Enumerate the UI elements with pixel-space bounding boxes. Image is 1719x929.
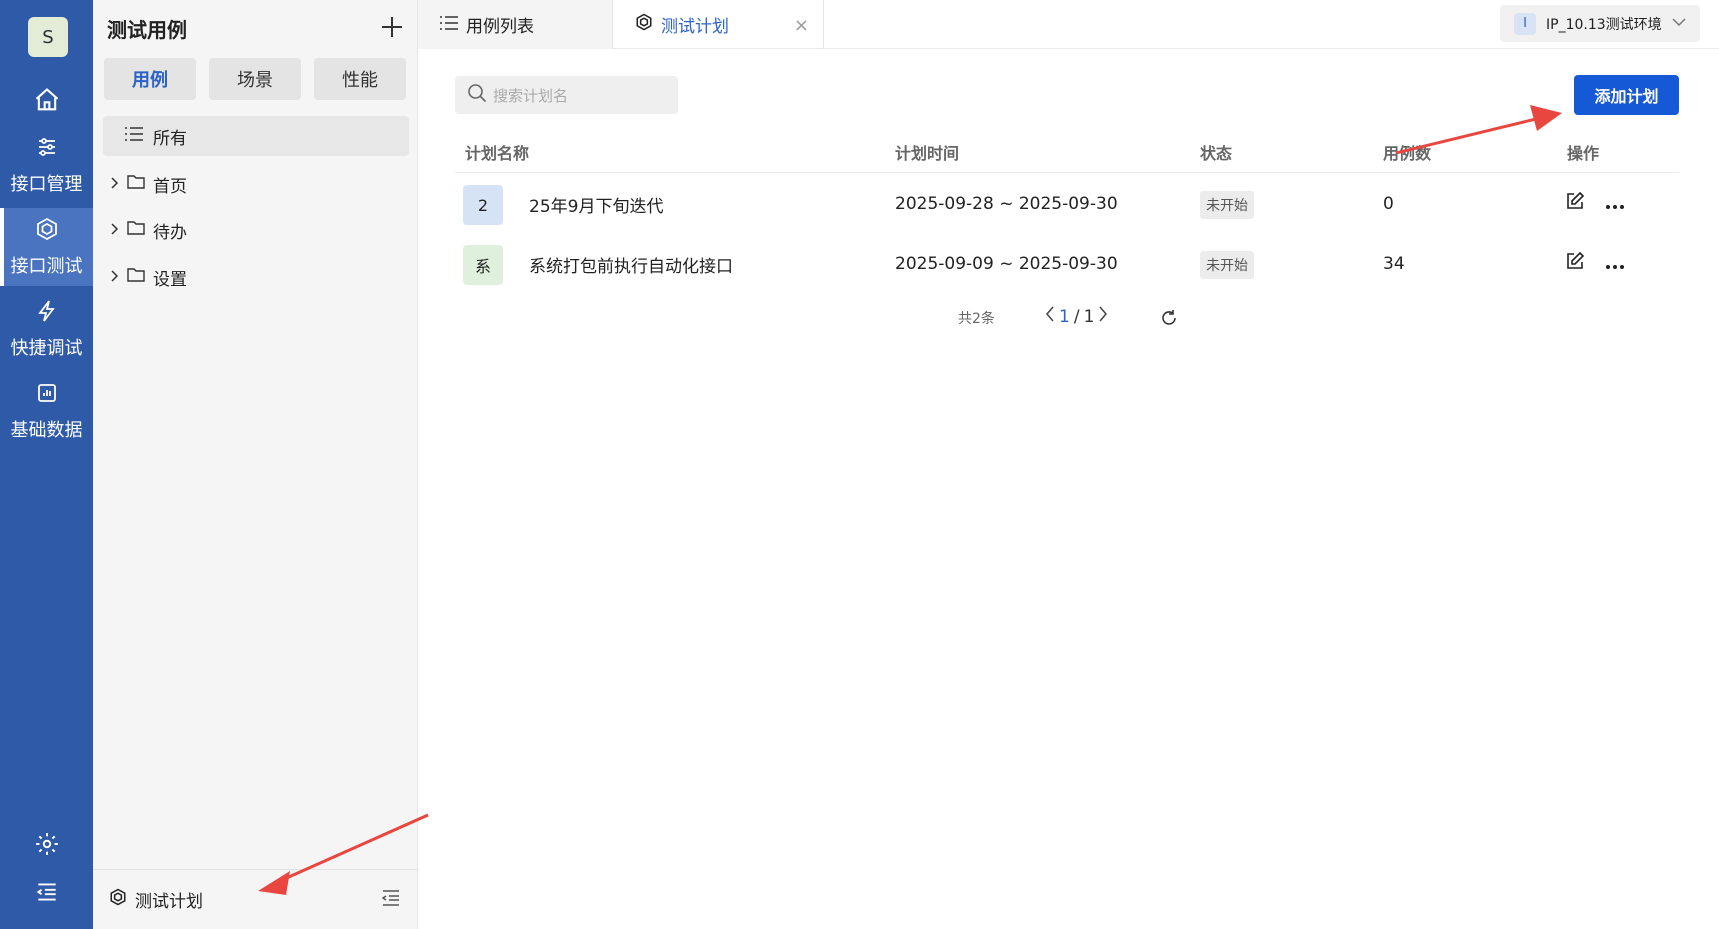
rail-item-label: 基础数据 xyxy=(10,419,83,441)
tree-folder-label: 待办 xyxy=(153,222,187,243)
case-count: 0 xyxy=(1383,194,1394,214)
environment-select[interactable]: I IP_10.13测试环境 xyxy=(1500,5,1700,42)
chevron-right-icon[interactable] xyxy=(1098,306,1108,327)
tab-case-list[interactable]: 用例列表 xyxy=(418,0,613,49)
search-placeholder: 搜索计划名 xyxy=(493,86,569,105)
refresh-icon[interactable] xyxy=(1160,309,1178,331)
folder-icon xyxy=(127,220,145,240)
edit-icon[interactable] xyxy=(1565,191,1585,215)
collapse-icon[interactable] xyxy=(381,890,400,911)
plus-icon[interactable] xyxy=(379,14,405,40)
column-header-name: 计划名称 xyxy=(465,144,530,163)
header-divider xyxy=(455,172,1679,173)
folder-icon xyxy=(127,267,145,287)
tab-test-plan[interactable]: 测试计划 × xyxy=(613,0,824,49)
rail-item-label: 快捷调试 xyxy=(10,337,83,359)
folder-icon xyxy=(127,174,145,194)
column-header-time: 计划时间 xyxy=(895,144,960,163)
tab-bar: 用例列表 测试计划 × I IP_10.13测试环境 xyxy=(418,0,1719,49)
edit-icon[interactable] xyxy=(1565,251,1585,275)
pager-separator: / xyxy=(1073,306,1080,327)
pager-current: 1 xyxy=(1059,306,1070,327)
env-label: IP_10.13测试环境 xyxy=(1546,16,1662,33)
cube-icon xyxy=(35,217,59,246)
column-header-status: 状态 xyxy=(1200,144,1233,163)
chart-icon xyxy=(35,381,59,410)
sidebar-footer[interactable]: 测试计划 xyxy=(93,869,418,929)
pager-pages: 1 xyxy=(1083,306,1095,327)
tab-label: 测试计划 xyxy=(661,17,729,37)
status-badge: 未开始 xyxy=(1200,191,1254,219)
cube-icon xyxy=(635,13,653,36)
sliders-icon xyxy=(35,135,59,164)
column-header-actions: 操作 xyxy=(1567,144,1600,163)
sidebar-title: 测试用例 xyxy=(107,18,187,42)
list-icon xyxy=(440,15,458,35)
column-header-count: 用例数 xyxy=(1383,144,1432,163)
env-badge: I xyxy=(1514,12,1536,35)
segment-cases[interactable]: 用例 xyxy=(104,58,196,100)
rail-item-interface-test[interactable]: 接口测试 xyxy=(0,208,93,286)
add-plan-button[interactable]: 添加计划 xyxy=(1574,75,1679,115)
arrow-head-add xyxy=(1530,105,1562,131)
plan-badge: 2 xyxy=(463,185,503,225)
plan-name[interactable]: 25年9月下旬迭代 xyxy=(529,174,663,234)
rail-item-quick-debug[interactable]: 快捷调试 xyxy=(0,290,93,368)
plan-badge: 系 xyxy=(463,245,503,285)
list-icon xyxy=(125,126,143,146)
lightning-icon xyxy=(35,299,59,328)
gear-icon[interactable] xyxy=(0,824,93,864)
plan-time: 2025-09-09 ~ 2025-09-30 xyxy=(895,254,1118,274)
rail-item-base-data[interactable]: 基础数据 xyxy=(0,372,93,450)
chevron-down-icon xyxy=(1672,15,1686,31)
table-row[interactable]: 系 系统打包前执行自动化接口 2025-09-09 ~ 2025-09-30 未… xyxy=(455,234,1679,294)
pager: 1 / 1 xyxy=(1045,306,1108,327)
segment-performance[interactable]: 性能 xyxy=(314,58,406,100)
plan-name[interactable]: 系统打包前执行自动化接口 xyxy=(529,234,733,294)
case-count: 34 xyxy=(1383,254,1405,274)
nav-rail: S 接口管理 接口测试 快捷调试 基础数据 xyxy=(0,0,93,929)
tree-item-all[interactable]: 所有 xyxy=(103,116,409,156)
status-badge: 未开始 xyxy=(1200,251,1254,279)
chevron-right-icon xyxy=(111,267,119,287)
plan-search-input[interactable]: 搜索计划名 xyxy=(455,76,678,114)
rail-item-interface-management[interactable]: 接口管理 xyxy=(0,126,93,204)
avatar[interactable]: S xyxy=(28,17,68,57)
case-sidebar: 测试用例 用例 场景 性能 所有 首页 待办 设置 测试计划 xyxy=(93,0,418,929)
footer-label: 测试计划 xyxy=(135,892,203,912)
home-icon[interactable] xyxy=(0,80,93,120)
search-icon xyxy=(467,83,487,107)
tree-item-label: 所有 xyxy=(153,128,187,149)
tree-folder-label: 设置 xyxy=(153,269,187,290)
tree-folder-home[interactable]: 首页 xyxy=(111,167,187,201)
chevron-right-icon xyxy=(111,174,119,194)
tab-label: 用例列表 xyxy=(466,17,534,37)
pager-total: 共2条 xyxy=(958,311,995,327)
segment-scenes[interactable]: 场景 xyxy=(209,58,301,100)
tree-folder-todo[interactable]: 待办 xyxy=(111,213,187,247)
cube-icon xyxy=(109,888,127,911)
close-icon[interactable]: × xyxy=(794,15,809,36)
menu-collapse-icon[interactable] xyxy=(0,872,93,912)
plan-time: 2025-09-28 ~ 2025-09-30 xyxy=(895,194,1118,214)
more-icon[interactable] xyxy=(1605,196,1625,215)
chevron-left-icon[interactable] xyxy=(1045,306,1055,327)
more-icon[interactable] xyxy=(1605,256,1625,275)
table-row[interactable]: 2 25年9月下旬迭代 2025-09-28 ~ 2025-09-30 未开始 … xyxy=(455,174,1679,234)
tree-folder-label: 首页 xyxy=(153,176,187,197)
tree-folder-settings[interactable]: 设置 xyxy=(111,260,187,294)
chevron-right-icon xyxy=(111,220,119,240)
rail-item-label: 接口管理 xyxy=(10,173,83,195)
rail-item-label: 接口测试 xyxy=(10,255,83,277)
